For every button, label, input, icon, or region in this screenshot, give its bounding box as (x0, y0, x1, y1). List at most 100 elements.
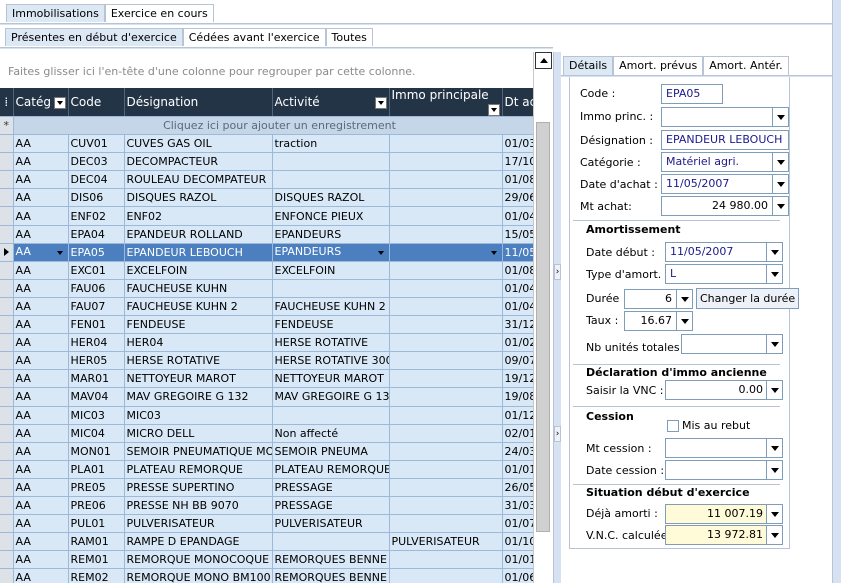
cell-designation[interactable]: HERSE ROTATIVE (124, 351, 273, 371)
cell-immo-principale[interactable] (389, 188, 503, 208)
cell-categ[interactable]: AA (13, 351, 69, 371)
cell-designation[interactable]: ROULEAU DECOMPATEUR (124, 170, 273, 190)
cell-dt-achat[interactable]: 01/04 (502, 279, 533, 298)
cell-code[interactable]: FEN01 (68, 315, 125, 335)
cell-dt-achat[interactable]: 01/07 (502, 514, 533, 534)
cell-immo-principale[interactable] (389, 297, 503, 317)
cell-dropdown-icon[interactable] (54, 247, 66, 259)
taux-field[interactable]: 16.67 (624, 311, 677, 331)
cell-immo-principale[interactable]: PULVERISATEUR (389, 532, 503, 552)
table-row[interactable]: AA MIC04 MICRO DELL Non affecté 02/01 (0, 424, 533, 443)
table-row[interactable]: AA ENF02 ENF02 ENFONCE PIEUX 01/04 (0, 206, 533, 226)
cell-activite[interactable] (272, 170, 390, 190)
cell-categ[interactable]: AA (13, 333, 69, 353)
cell-code[interactable]: PRE06 (68, 496, 125, 516)
tab-details[interactable]: Détails (563, 56, 614, 75)
cell-dt-achat[interactable]: 01/03 (502, 134, 533, 154)
designation-field[interactable]: EPANDEUR LEBOUCH (661, 130, 789, 150)
cell-categ[interactable]: AA (13, 134, 69, 154)
row-indicator[interactable] (0, 206, 14, 226)
row-indicator[interactable] (0, 514, 14, 534)
cell-code[interactable]: EXC01 (68, 261, 125, 280)
row-indicator[interactable] (0, 243, 14, 262)
mis-au-rebut-checkbox[interactable] (667, 420, 679, 432)
row-indicator[interactable] (0, 188, 14, 208)
duree-dropdown-icon[interactable] (676, 289, 693, 309)
cell-immo-principale[interactable] (389, 568, 503, 583)
new-record-row[interactable]: * Cliquez ici pour ajouter un enregistre… (0, 116, 533, 136)
mt-cession-field[interactable] (665, 438, 768, 458)
table-row[interactable]: AA FEN01 FENDEUSE FENDEUSE 31/12 (0, 315, 533, 335)
cell-designation[interactable]: HER04 (124, 333, 273, 353)
cell-activite[interactable]: ENFONCE PIEUX (272, 206, 390, 226)
cell-categ[interactable]: AA (13, 442, 69, 461)
vnc-calculee-dropdown-icon[interactable] (766, 525, 783, 545)
cell-code[interactable]: MAR01 (68, 369, 125, 389)
table-row[interactable]: AA FAU07 FAUCHEUSE KUHN 2 FAUCHEUSE KUHN 2 0… (0, 297, 533, 317)
table-row[interactable]: AA DIS06 DISQUES RAZOL DISQUES RAZOL 29/06 (0, 188, 533, 208)
date-debut-dropdown-icon[interactable] (766, 242, 783, 262)
cell-immo-principale[interactable] (389, 261, 503, 280)
date-achat-dropdown-icon[interactable] (772, 174, 789, 194)
cell-designation[interactable]: MIC03 (124, 406, 273, 425)
cell-designation[interactable]: RAMPE D EPANDAGE (124, 532, 273, 552)
cell-designation[interactable]: PRESSE SUPERTINO (124, 478, 273, 497)
cell-designation[interactable]: FAUCHEUSE KUHN 2 (124, 297, 273, 317)
cell-immo-principale[interactable] (389, 442, 503, 461)
cell-designation[interactable]: EPANDEUR ROLLAND (124, 225, 273, 244)
cell-dt-achat[interactable]: 31/03 (502, 496, 533, 516)
cell-categ[interactable]: AA (13, 568, 69, 583)
row-indicator[interactable] (0, 442, 14, 461)
cell-activite[interactable]: EXCELFOIN (272, 261, 390, 280)
cell-dt-achat[interactable]: 01/02 (502, 333, 533, 353)
cell-categ[interactable]: AA (13, 170, 69, 190)
cell-activite[interactable]: EPANDEURS (272, 225, 390, 244)
cell-dt-achat[interactable]: 01/08 (502, 261, 533, 280)
vnc-calculee-field[interactable]: 13 972.81 (665, 525, 768, 545)
row-indicator[interactable] (0, 297, 14, 317)
cell-immo-principale[interactable] (389, 387, 503, 407)
row-indicator[interactable] (0, 225, 14, 244)
code-field[interactable]: EPA05 (661, 84, 723, 104)
changer-duree-button[interactable]: Changer la durée (696, 288, 800, 309)
row-indicator[interactable] (0, 279, 14, 298)
nb-unites-dropdown-icon[interactable] (766, 334, 783, 354)
cell-activite[interactable]: FENDEUSE (272, 315, 390, 335)
tab-amort-prevus[interactable]: Amort. prévus (613, 56, 704, 75)
cell-code[interactable]: EPA04 (68, 225, 125, 244)
cell-immo-principale[interactable] (389, 460, 503, 479)
cell-designation[interactable]: EXCELFOIN (124, 261, 273, 280)
cell-immo-principale[interactable] (389, 496, 503, 516)
tab-presentes[interactable]: Présentes en début d'exercice (5, 28, 183, 46)
cell-activite[interactable] (272, 406, 390, 425)
table-row[interactable]: AA MON01 SEMOIR PNEUMATIQUE MONOSEMOIR PNE… (0, 442, 533, 461)
table-row[interactable]: AA FAU06 FAUCHEUSE KUHN 01/04 (0, 279, 533, 298)
cell-code[interactable]: MIC03 (68, 406, 125, 425)
cell-code[interactable]: MON01 (68, 442, 125, 461)
vnc-field[interactable]: 0.00 (665, 380, 768, 400)
cell-categ[interactable]: AA (13, 532, 69, 552)
cell-designation[interactable]: PRESSE NH BB 9070 (124, 496, 273, 516)
cell-immo-principale[interactable] (389, 225, 503, 244)
taux-dropdown-icon[interactable] (676, 311, 693, 331)
cell-categ[interactable]: AA (13, 550, 69, 570)
cell-dt-achat[interactable]: 01/08 (502, 170, 533, 190)
row-indicator[interactable] (0, 369, 14, 389)
cell-code[interactable]: MIC04 (68, 424, 125, 443)
cell-categ[interactable]: AA (13, 496, 69, 516)
table-row[interactable]: AA DEC04 ROULEAU DECOMPATEUR 01/08 (0, 170, 533, 190)
table-row[interactable]: AA HER05 HERSE ROTATIVE HERSE ROTATIVE 3004… (0, 351, 533, 371)
cell-dropdown-icon[interactable] (375, 247, 387, 259)
cell-activite[interactable] (272, 152, 390, 172)
column-header-dt-achat[interactable]: Dt ac (502, 88, 533, 117)
cell-dt-achat[interactable]: 01/06 (502, 568, 533, 583)
cell-immo-principale[interactable] (389, 315, 503, 335)
table-row[interactable]: AA REM01 REMORQUE MONOCOQUE REMORQUES BENNE… (0, 550, 533, 570)
tab-toutes[interactable]: Toutes (325, 28, 373, 46)
cell-dropdown-icon[interactable] (488, 247, 500, 259)
cell-activite[interactable]: EPANDEURS (272, 243, 390, 262)
nb-unites-field[interactable] (681, 334, 768, 354)
table-row[interactable]: AA EPA05 EPANDEUR LEBOUCH EPANDEURS 11/05 (0, 243, 533, 262)
deja-amorti-field[interactable]: 11 007.19 (665, 504, 768, 524)
filter-dropdown-icon[interactable] (487, 104, 500, 116)
